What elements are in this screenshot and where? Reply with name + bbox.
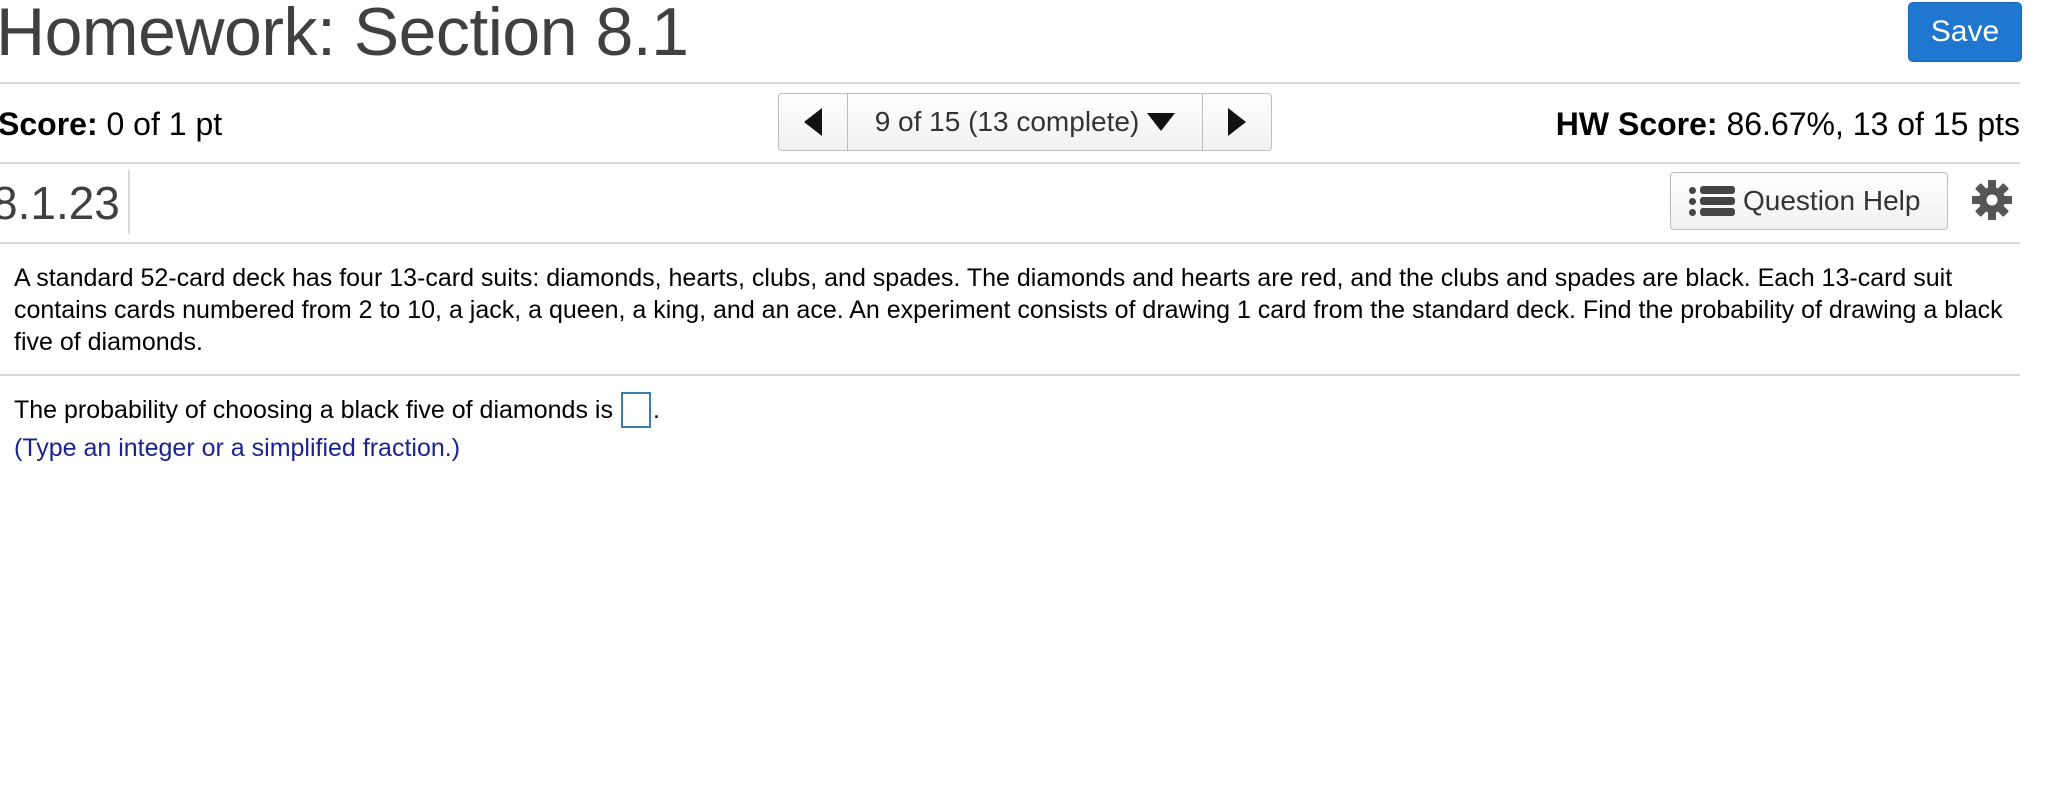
question-score: Score: 0 of 1 pt [0,104,222,144]
question-text: A standard 52-card deck has four 13-card… [14,264,2003,356]
triangle-right-icon [1228,108,1246,136]
question-help-label: Question Help [1743,185,1921,216]
triangle-left-icon [804,108,822,136]
question-help-button[interactable]: Question Help [1670,172,1948,230]
header: Homework: Section 8.1 Save [0,0,2022,84]
save-button[interactable]: Save [1908,2,2022,62]
question-number: 8.1.23 [0,177,120,229]
answer-input[interactable] [620,392,651,428]
previous-question-button[interactable] [779,94,848,150]
score-bar: Score: 0 of 1 pt 9 of 15 (13 complete) H… [0,84,2020,164]
answer-suffix: . [652,396,660,424]
gear-icon[interactable] [1970,178,2014,222]
hw-score: HW Score: 86.67%, 13 of 15 pts [1556,104,2020,144]
question-position: 9 of 15 (13 complete) [874,106,1140,137]
next-question-button[interactable] [1202,94,1271,150]
answer-prompt: The probability of choosing a black five… [14,396,613,424]
question-navigator: 9 of 15 (13 complete) [778,93,1272,151]
question-header: 8.1.23 Question Help [0,164,2020,244]
question-number-divider [128,170,130,234]
homework-page: Homework: Section 8.1 Save Score: 0 of 1… [0,0,2066,812]
list-icon [1689,186,1735,216]
hw-score-value: 86.67%, 13 of 15 pts [1717,106,2020,142]
score-label: Score: [0,106,98,142]
page-title: Homework: Section 8.1 [0,0,689,70]
score-value: 0 of 1 pt [97,106,223,142]
answer-line: The probability of choosing a black five… [14,390,660,430]
question-selector-dropdown[interactable]: 9 of 15 (13 complete) [848,94,1202,150]
question-divider [0,374,2020,376]
hw-score-label: HW Score: [1555,106,1718,142]
triangle-down-icon [1147,113,1176,131]
answer-hint: (Type an integer or a simplified fractio… [14,434,461,462]
